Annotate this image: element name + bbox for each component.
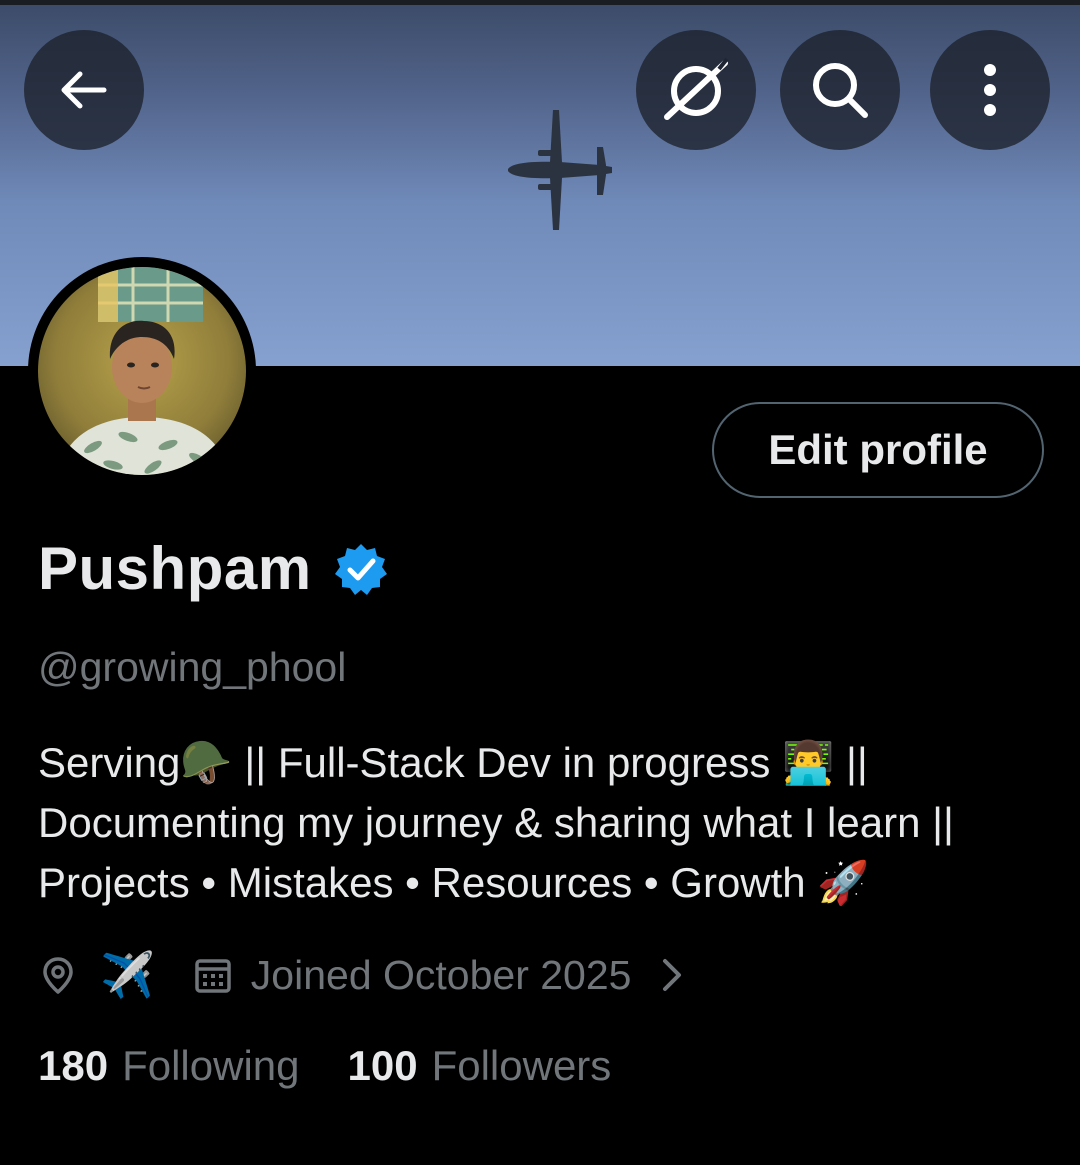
bio-line: Documenting my journey & sharing what I … [38,799,954,846]
joined-date[interactable]: Joined October 2025 [251,952,632,999]
profile-stats: 180 Following 100 Followers [38,1042,611,1090]
profile-name-row: Pushpam [38,534,388,603]
location-pin-icon [43,957,73,994]
avatar[interactable] [28,257,256,485]
search-icon [813,63,868,118]
profile-meta: ✈️ Joined October 2025 [38,945,687,1005]
bio-line: Serving🪖 || Full-Stack Dev in progress 👨… [38,739,868,786]
arrow-left-icon [61,71,107,109]
followers-label: Followers [431,1042,612,1089]
profile-location: ✈️ [100,951,155,1000]
profile-handle: @growing_phool [38,644,347,690]
profile-bio: Serving🪖 || Full-Stack Dev in progress 👨… [38,733,1048,913]
grok-icon [664,57,729,120]
bio-line: Projects • Mistakes • Resources • Growth… [38,859,870,906]
more-vertical-icon [984,64,996,116]
avatar-image [38,267,246,475]
followers-link[interactable]: 100 Followers [348,1042,612,1090]
back-button[interactable] [24,30,144,150]
followers-count: 100 [347,1042,418,1089]
verified-badge-icon[interactable] [334,542,388,596]
following-count: 180 [38,1042,109,1089]
airplane-image [508,110,612,230]
status-bar-strip [0,0,1080,5]
more-options-button[interactable] [930,30,1050,150]
search-button[interactable] [780,30,900,150]
profile-name: Pushpam [38,535,312,602]
calendar-icon [195,959,231,993]
profile-page: Edit profile Pushpam @growing_phool Serv… [0,0,1080,1165]
following-link[interactable]: 180 Following [38,1042,300,1090]
grok-button[interactable] [636,30,756,150]
edit-profile-button[interactable]: Edit profile [712,402,1044,498]
following-label: Following [122,1042,300,1089]
chevron-right-icon[interactable] [657,957,687,993]
